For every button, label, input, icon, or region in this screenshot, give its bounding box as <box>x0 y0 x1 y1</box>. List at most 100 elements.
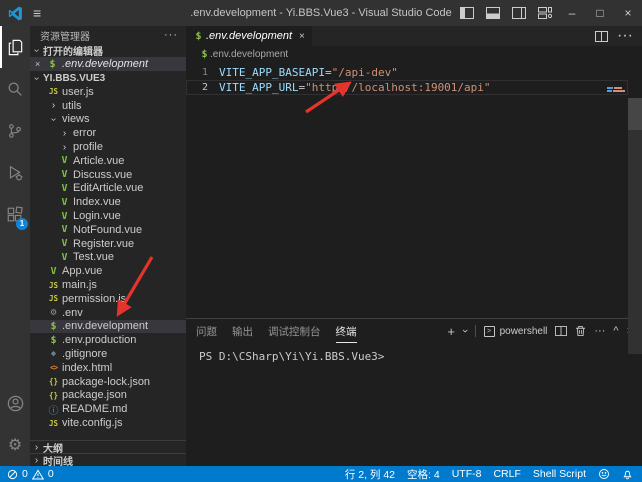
tree-item-utils[interactable]: ›utils <box>30 99 186 113</box>
tree-item-Register.vue[interactable]: VRegister.vue <box>30 237 186 251</box>
vue-file-icon: V <box>58 252 71 263</box>
notifications-bell-icon[interactable] <box>622 468 633 480</box>
panel-tab-调试控制台[interactable]: 调试控制台 <box>268 319 321 343</box>
toggle-secondary-sidebar-icon[interactable] <box>506 0 532 26</box>
split-editor-icon[interactable] <box>595 31 608 42</box>
tree-item-label: Index.vue <box>73 196 121 208</box>
tree-item-EditArticle.vue[interactable]: VEditArticle.vue <box>30 182 186 196</box>
status-eol[interactable]: CRLF <box>493 468 520 480</box>
tab-bar: $ .env.development × ··· <box>186 26 642 46</box>
maximize-panel-icon[interactable]: ^ <box>613 325 618 337</box>
status-encoding[interactable]: UTF-8 <box>452 468 482 480</box>
info-file-icon: ⓘ <box>47 402 60 417</box>
tree-item-.env.production[interactable]: $.env.production <box>30 333 186 347</box>
panel-tabs: 问题输出调试控制台终端 <box>196 319 357 343</box>
tree-item-label: views <box>62 113 90 125</box>
panel-tab-label: 输出 <box>232 324 253 339</box>
views-and-more-actions-icon[interactable]: ··· <box>164 29 178 41</box>
tree-item-vite.config.js[interactable]: JSvite.config.js <box>30 416 186 430</box>
open-editors-label: 打开的编辑器 <box>43 43 103 58</box>
shell-file-icon: $ <box>193 31 204 42</box>
tree-item-.gitignore[interactable]: ◆.gitignore <box>30 347 186 361</box>
tree-item-package-lock.json[interactable]: {}package-lock.json <box>30 375 186 389</box>
close-window-button[interactable]: × <box>614 0 642 26</box>
open-editor-item-env-development[interactable]: × $ .env.development <box>30 57 186 71</box>
close-editor-icon[interactable]: × <box>35 59 46 69</box>
tree-item-permission.js[interactable]: JSpermission.js <box>30 292 186 306</box>
panel-tab-终端[interactable]: 终端 <box>336 319 357 343</box>
tree-item-README.md[interactable]: ⓘREADME.md <box>30 402 186 416</box>
toggle-primary-sidebar-icon[interactable] <box>454 0 480 26</box>
sidebar-title: 资源管理器 <box>40 28 90 43</box>
breadcrumb[interactable]: $ .env.development <box>186 46 642 62</box>
run-debug-icon[interactable] <box>0 152 30 194</box>
tree-item-Index.vue[interactable]: VIndex.vue <box>30 195 186 209</box>
divider <box>475 325 476 337</box>
code-area[interactable]: 1VITE_APP_BASEAPI="/api-dev"2VITE_APP_UR… <box>186 62 642 318</box>
tree-item-profile[interactable]: ›profile <box>30 140 186 154</box>
code-line-1[interactable]: 1VITE_APP_BASEAPI="/api-dev" <box>186 65 642 80</box>
tree-item-Discuss.vue[interactable]: VDiscuss.vue <box>30 168 186 182</box>
tab-env-development[interactable]: $ .env.development × <box>186 26 312 46</box>
tree-item-views[interactable]: ›views <box>30 113 186 127</box>
tree-item-.env[interactable]: ⚙.env <box>30 306 186 320</box>
warning-triangle-icon <box>32 469 44 480</box>
tree-item-Login.vue[interactable]: VLogin.vue <box>30 209 186 223</box>
minimap[interactable] <box>607 87 625 93</box>
tree-item-NotFound.vue[interactable]: VNotFound.vue <box>30 223 186 237</box>
account-icon[interactable] <box>0 382 30 424</box>
outline-section-header[interactable]: › 大纲 <box>30 440 186 453</box>
extensions-badge: 1 <box>16 218 28 230</box>
extensions-icon[interactable]: 1 <box>0 194 30 236</box>
tree-item-index.html[interactable]: <>index.html <box>30 361 186 375</box>
maximize-button[interactable]: □ <box>586 0 614 26</box>
panel-more-actions-icon[interactable]: ··· <box>594 325 605 337</box>
toggle-panel-icon[interactable] <box>480 0 506 26</box>
problems-status[interactable]: 0 0 <box>7 468 54 480</box>
split-terminal-icon[interactable] <box>555 326 567 336</box>
tree-item-label: README.md <box>62 403 127 415</box>
tree-item-main.js[interactable]: JSmain.js <box>30 278 186 292</box>
chevron-right-icon: › <box>30 442 43 453</box>
chevron-right-icon: › <box>30 455 43 466</box>
panel-tab-输出[interactable]: 输出 <box>232 319 253 343</box>
new-terminal-icon[interactable]: + <box>447 324 455 339</box>
status-indentation[interactable]: 空格: 4 <box>407 467 440 482</box>
terminal-prompt: PS D:\CSharp\Yi\Yi.BBS.Vue3> <box>199 350 384 363</box>
editor-scrollbar[interactable] <box>628 98 642 354</box>
tree-item-.env.development[interactable]: $.env.development <box>30 320 186 334</box>
feedback-icon[interactable] <box>598 468 610 480</box>
tree-item-package.json[interactable]: {}package.json <box>30 389 186 403</box>
customize-layout-icon[interactable] <box>532 0 558 26</box>
tree-item-user.js[interactable]: JSuser.js <box>30 85 186 99</box>
status-cursor-position[interactable]: 行 2, 列 42 <box>345 467 395 482</box>
open-editors-header[interactable]: › 打开的编辑器 <box>30 44 186 57</box>
terminal-shell-label[interactable]: powershell <box>500 326 548 337</box>
shell-file-icon: $ <box>47 335 60 346</box>
minimize-button[interactable]: – <box>558 0 586 26</box>
shell-file-icon: $ <box>199 49 210 60</box>
tree-item-error[interactable]: ›error <box>30 126 186 140</box>
vue-file-icon: V <box>58 238 71 249</box>
code-line-2[interactable]: 2VITE_APP_URL="http://localhost:19001/ap… <box>186 80 642 95</box>
explorer-icon[interactable] <box>0 26 30 68</box>
status-language-mode[interactable]: Shell Script <box>533 468 586 480</box>
kill-terminal-icon[interactable] <box>575 325 586 337</box>
tree-item-App.vue[interactable]: VApp.vue <box>30 264 186 278</box>
timeline-section-header[interactable]: › 时间线 <box>30 453 186 466</box>
project-root-header[interactable]: › YI.BBS.VUE3 <box>30 71 186 85</box>
tree-item-Article.vue[interactable]: VArticle.vue <box>30 154 186 168</box>
tree-item-label: EditArticle.vue <box>73 182 143 194</box>
panel-tab-问题[interactable]: 问题 <box>196 319 217 343</box>
timeline-label: 时间线 <box>43 453 73 467</box>
terminal-content[interactable]: PS D:\CSharp\Yi\Yi.BBS.Vue3> <box>186 343 642 363</box>
more-actions-icon[interactable]: ··· <box>617 27 633 45</box>
terminal-profile-dropdown-icon[interactable]: › <box>459 329 471 333</box>
source-control-icon[interactable] <box>0 110 30 152</box>
tree-item-Test.vue[interactable]: VTest.vue <box>30 251 186 265</box>
close-tab-icon[interactable]: × <box>299 31 305 42</box>
search-icon[interactable] <box>0 68 30 110</box>
vscode-window: { "icons": { "menu": "≡", "close": "×", … <box>0 0 642 482</box>
menu-icon[interactable]: ≡ <box>33 6 41 20</box>
settings-gear-icon[interactable]: ⚙ <box>0 424 30 466</box>
